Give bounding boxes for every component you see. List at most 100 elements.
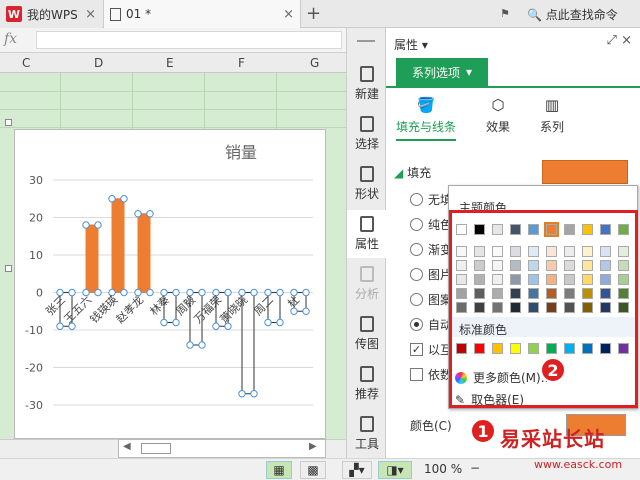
zoom-level[interactable]: 100 % (424, 462, 462, 476)
close-tab-icon[interactable]: × (85, 7, 96, 22)
checkbox-6[interactable]: ✓ 以互 (410, 341, 452, 358)
selection-handle (250, 390, 258, 398)
spreadsheet-grid[interactable]: C D E F G 销量 30 20 10 0 -10 -20 -30 张三 王五六 钱瑛瑛 赵孝龙林… (0, 53, 346, 439)
panel-title[interactable]: 属性 ▾ (394, 36, 428, 53)
selection-handle (302, 288, 310, 297)
radio-icon[interactable] (410, 243, 423, 256)
tool-document-new[interactable]: 新建 (347, 60, 387, 108)
bar[interactable] (137, 213, 151, 293)
tab-effect[interactable]: ⬡ 效果 (486, 96, 510, 135)
layout-view-icon[interactable]: ▞▾ (342, 461, 372, 479)
watermark: 易采站长站 (500, 427, 605, 451)
tab-label: 我的WPS (27, 7, 78, 22)
fill-section-header[interactable]: ◢ 填充 (394, 164, 431, 181)
new-tab-icon[interactable]: + (306, 3, 321, 24)
tool-properties[interactable]: 属性 (347, 210, 387, 258)
scroll-thumb[interactable] (141, 443, 171, 454)
bar-chart[interactable]: 销量3020100-10-20-30张三王五六钱瑛瑛赵孝龙 林秦 周毅万福荣萧晓晓周… (15, 130, 327, 439)
category-label: 钱瑛瑛 (87, 293, 120, 326)
radio-3[interactable]: 图片 (410, 266, 452, 283)
selection-handle (134, 210, 142, 218)
checkbox-icon[interactable] (410, 368, 423, 381)
horizontal-scrollbar[interactable]: ◀ ▶ (118, 439, 326, 458)
selection-handle (276, 318, 284, 327)
chart-title: 销量 (225, 143, 257, 162)
radio-5[interactable]: 自动 (410, 316, 452, 333)
selection-handle (250, 288, 258, 297)
y-tick-label: 0 (36, 287, 43, 300)
category-label: 万福荣 (191, 293, 224, 326)
tool-recommend[interactable]: 推荐 (347, 360, 387, 408)
resize-handle[interactable] (5, 119, 12, 126)
tab-series[interactable]: ▥ 系列 (540, 96, 564, 135)
selection-handle (198, 341, 206, 349)
tool-shape[interactable]: 形状 (347, 160, 387, 208)
radio-2[interactable]: 渐变 (410, 241, 452, 258)
radio-icon[interactable] (410, 193, 423, 206)
search-icon: 🔍 (527, 8, 542, 22)
tab-my-wps[interactable]: W 我的WPS × (0, 0, 102, 28)
paint-bucket-icon: 🪣 (416, 96, 436, 114)
bar[interactable] (85, 224, 99, 293)
y-tick-label: 20 (29, 212, 43, 225)
chart-area[interactable]: 销量 30 20 10 0 -10 -20 -30 张三 王五六 钱瑛瑛 赵孝龙 林秦 周毅 万福荣 萧晓晓周… (14, 129, 326, 439)
tool-upload-image[interactable]: 传图 (347, 310, 387, 358)
analysis-icon (360, 266, 374, 282)
tool-sidebar: 新建 选择 形状 属性 分析 传图 推荐 工具 (346, 28, 387, 458)
category-label: 林秦 (147, 293, 172, 318)
shape-icon (360, 166, 374, 182)
radio-icon[interactable] (410, 218, 423, 231)
category-label: 周二 (251, 293, 276, 318)
tab-label: 01 * (126, 7, 152, 21)
scroll-right-icon[interactable]: ▶ (309, 441, 317, 452)
pin-icon: ⤢ (606, 33, 617, 48)
tab-bar: W 我的WPS × 01 * × + ⚑ 🔍 点此查找命令 (0, 0, 640, 28)
series-option-dropdown[interactable]: 系列选项 ▾ (396, 58, 488, 86)
recommend-icon (360, 366, 374, 382)
radio-4[interactable]: 图案 (410, 291, 452, 308)
radio-icon[interactable] (410, 293, 423, 306)
y-tick-label: -30 (25, 399, 43, 412)
spreadsheet-icon (110, 7, 121, 21)
column-d[interactable]: D (94, 56, 103, 70)
fx-icon[interactable]: fx (4, 31, 17, 47)
panel-controls[interactable]: ⤢ × (607, 33, 632, 48)
radio-0[interactable]: 无填 (410, 191, 452, 208)
category-label: 王五六 (62, 293, 95, 326)
column-g[interactable]: G (310, 56, 319, 70)
selection-handle (68, 288, 76, 297)
column-f[interactable]: F (238, 56, 245, 70)
flag-icon[interactable]: ⚑ (500, 7, 510, 20)
checkbox-7[interactable]: 依数 (410, 366, 452, 383)
chevron-down-icon: ▾ (465, 65, 473, 79)
fill-color-swatch[interactable] (542, 160, 628, 184)
resize-handle[interactable] (5, 265, 12, 272)
collapse-icon[interactable] (357, 40, 375, 42)
tool-select[interactable]: 选择 (347, 110, 387, 158)
zoom-out-icon[interactable]: − (470, 461, 480, 475)
radio-1[interactable]: 纯色 (410, 216, 452, 233)
checkbox-icon[interactable]: ✓ (410, 343, 423, 356)
tool-toolbox[interactable]: 工具 (347, 410, 387, 458)
formula-bar: fx (0, 28, 346, 53)
reading-mode-icon[interactable]: ◨▾ (378, 461, 412, 479)
radio-icon[interactable] (410, 268, 423, 281)
tab-fill-line[interactable]: 🪣 填充与线条 (396, 96, 457, 141)
wps-logo-icon: W (6, 6, 22, 22)
radio-icon[interactable] (410, 318, 423, 331)
formula-input[interactable] (36, 31, 342, 49)
scroll-left-icon[interactable]: ◀ (123, 441, 131, 452)
page-view-icon[interactable]: ▩ (300, 461, 326, 479)
tab-document[interactable]: 01 * × (103, 0, 301, 28)
selection-handle (94, 221, 102, 229)
step-badge-2: 2 (540, 357, 566, 383)
column-e[interactable]: E (166, 56, 174, 70)
normal-view-icon[interactable]: ▦ (266, 461, 292, 479)
command-search[interactable]: 🔍 点此查找命令 (527, 6, 618, 23)
toolbox-icon (360, 416, 374, 432)
tool-analysis[interactable]: 分析 (347, 260, 387, 308)
column-c[interactable]: C (22, 56, 30, 70)
bar[interactable] (111, 198, 125, 293)
close-tab-icon[interactable]: × (283, 7, 294, 22)
selection-handle (120, 195, 128, 203)
